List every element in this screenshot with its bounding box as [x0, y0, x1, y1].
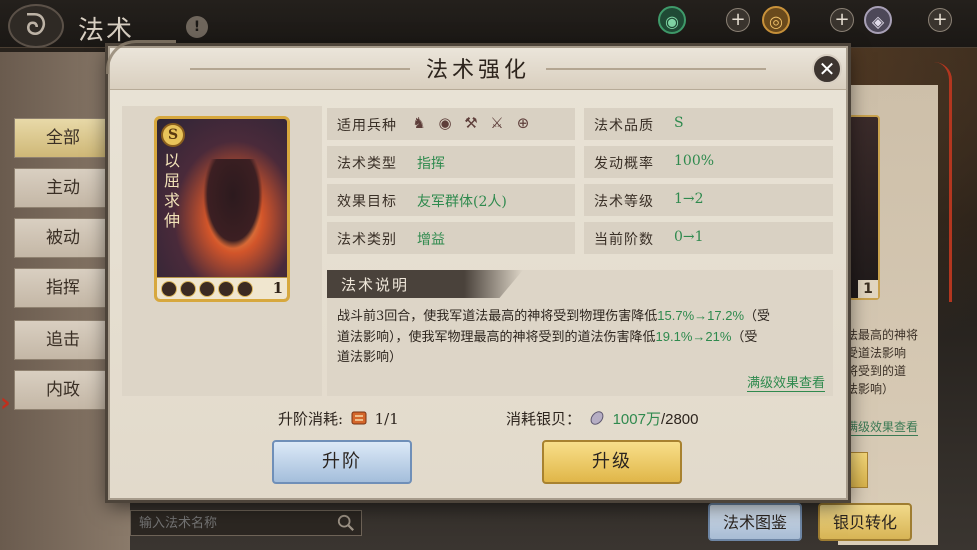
troop-icon-list: ♞ ◉ ⚒ ⚔ ⊕	[409, 113, 533, 135]
spell-enhance-dialog: 法术强化 ✕ S 以屈求伸 1 适用兵种 ♞ ◉ ⚒ ⚔ ⊕ 法术类型 指挥 效…	[106, 40, 848, 500]
info-icon[interactable]: !	[186, 16, 208, 38]
attr-troops-label: 适用兵种	[337, 118, 397, 134]
pickaxe-icon: ⚒	[464, 114, 478, 132]
eye-coin-icon: ◉	[658, 6, 686, 34]
attr-rate-row: 发动概率 100%	[584, 146, 833, 178]
attr-quality-value: S	[674, 115, 684, 131]
rank-dot-icon	[180, 281, 196, 297]
silver-required-value: /2800	[660, 411, 699, 428]
advance-button[interactable]: 升阶	[272, 440, 412, 484]
filter-tab-pursuit[interactable]: 追击	[14, 320, 112, 360]
red-chevron-icon: ›	[0, 388, 11, 418]
desc-line1-text: 战斗前3回合，使我军道法最高的神将受到物理伤害降低	[337, 309, 658, 324]
scroll-item-icon	[351, 411, 367, 425]
close-button[interactable]: ✕	[812, 54, 842, 84]
description-panel: 法术说明 战斗前3回合，使我军道法最高的神将受到物理伤害降低15.7%→17.2…	[327, 270, 833, 396]
desc-line3-text: 道法影响）	[337, 350, 403, 365]
desc-line2-tail: （受	[731, 330, 758, 345]
background-card-level: 1	[858, 280, 878, 298]
add-copper-coin-button[interactable]: +	[830, 8, 854, 32]
skill-card: S 以屈求伸 1	[154, 116, 290, 302]
add-eye-coin-button[interactable]: +	[726, 8, 750, 32]
filter-tab-all[interactable]: 全部	[14, 118, 112, 158]
attr-target-value: 友军群体(2人)	[417, 194, 507, 210]
silver-shell-icon	[590, 411, 604, 425]
search-icon[interactable]	[337, 514, 355, 532]
rank-dot-icon	[237, 281, 253, 297]
silver-convert-button[interactable]: 银贝转化	[818, 503, 912, 541]
back-logo-button[interactable]: ᘐ	[8, 4, 64, 48]
spell-search-box	[130, 510, 362, 536]
spell-search-input[interactable]	[131, 511, 331, 535]
rank-dot-icon	[199, 281, 215, 297]
attr-stage-row: 当前阶数 0→1	[584, 222, 833, 254]
desc-line2-text: 道法影响），使我军物理最高的神将受到的道法伤害降低	[337, 330, 656, 345]
card-panel: S 以屈求伸 1	[122, 106, 322, 396]
attr-quality-row: 法术品质 S	[584, 108, 833, 140]
horse-icon: ♞	[412, 114, 426, 132]
dialog-title: 法术强化	[425, 58, 530, 83]
attr-troops-row: 适用兵种 ♞ ◉ ⚒ ⚔ ⊕	[327, 108, 575, 140]
attr-target-row: 效果目标 友军群体(2人)	[327, 184, 575, 216]
attr-stage-value: 0→1	[674, 229, 704, 245]
attr-type-label: 法术类型	[337, 156, 397, 172]
advance-cost-value: 1/1	[374, 410, 399, 428]
rank-dot-icon	[218, 281, 234, 297]
attr-type-value: 指挥	[417, 156, 445, 172]
background-description: 法最高的神将 受道法影响 将受到的道 法影响）	[846, 328, 919, 396]
filter-tab-internal[interactable]: 内政	[14, 370, 112, 410]
background-skill-card	[848, 115, 880, 300]
shield-icon: ◉	[438, 114, 452, 132]
upgrade-button[interactable]: 升级	[542, 440, 682, 484]
background-upgrade-button[interactable]	[846, 452, 868, 488]
attr-target-label: 效果目标	[337, 194, 397, 210]
advance-cost: 升阶消耗: 1/1	[278, 408, 399, 429]
rank-dot-icon	[161, 281, 177, 297]
desc-line1-value: 15.7%→17.2%	[657, 308, 745, 323]
attr-level-label: 法术等级	[594, 194, 654, 210]
copper-coin-icon: ◎	[762, 6, 790, 34]
desc-line1-tail: （受	[744, 309, 771, 324]
background-max-level-link[interactable]: 满级效果查看	[846, 418, 919, 436]
card-name: 以屈求伸	[163, 151, 180, 230]
attr-category-label: 法术类别	[337, 232, 397, 248]
attr-quality-label: 法术品质	[594, 118, 654, 134]
card-artwork	[203, 159, 263, 249]
attr-category-value: 增益	[417, 232, 445, 248]
silver-coin-icon: ◈	[864, 6, 892, 34]
attr-type-row: 法术类型 指挥	[327, 146, 575, 178]
card-footer: 1	[157, 277, 287, 299]
target-icon: ⊕	[516, 114, 530, 132]
spell-catalog-button[interactable]: 法术图鉴	[708, 503, 802, 541]
silver-cost-label: 消耗银贝：	[506, 410, 582, 428]
max-level-effect-link[interactable]: 满级效果查看	[746, 372, 825, 392]
red-cord-decoration	[934, 62, 952, 302]
card-level: 1	[272, 279, 283, 297]
silver-cost: 消耗银贝： 1007万/2800	[506, 408, 699, 429]
filter-tab-active[interactable]: 主动	[14, 168, 112, 208]
dialog-header: 法术强化 ✕	[106, 40, 846, 90]
silver-owned-value: 1007万	[612, 411, 661, 428]
advance-cost-label: 升阶消耗:	[278, 410, 344, 428]
description-tab-label: 法术说明	[341, 276, 410, 294]
attr-level-value: 1→2	[674, 191, 704, 207]
attr-rate-value: 100%	[674, 153, 715, 169]
attr-level-row: 法术等级 1→2	[584, 184, 833, 216]
desc-line2-value: 19.1%→21%	[655, 329, 732, 344]
card-grade-badge: S	[161, 123, 185, 147]
filter-tab-command[interactable]: 指挥	[14, 268, 112, 308]
attr-stage-label: 当前阶数	[594, 232, 654, 248]
attr-category-row: 法术类别 增益	[327, 222, 575, 254]
filter-tab-passive[interactable]: 被动	[14, 218, 112, 258]
attr-rate-label: 发动概率	[594, 156, 654, 172]
description-text: 战斗前3回合，使我军道法最高的神将受到物理伤害降低15.7%→17.2%（受 道…	[337, 306, 829, 368]
crossed-swords-icon: ⚔	[490, 114, 504, 132]
add-silver-coin-button[interactable]: +	[928, 8, 952, 32]
